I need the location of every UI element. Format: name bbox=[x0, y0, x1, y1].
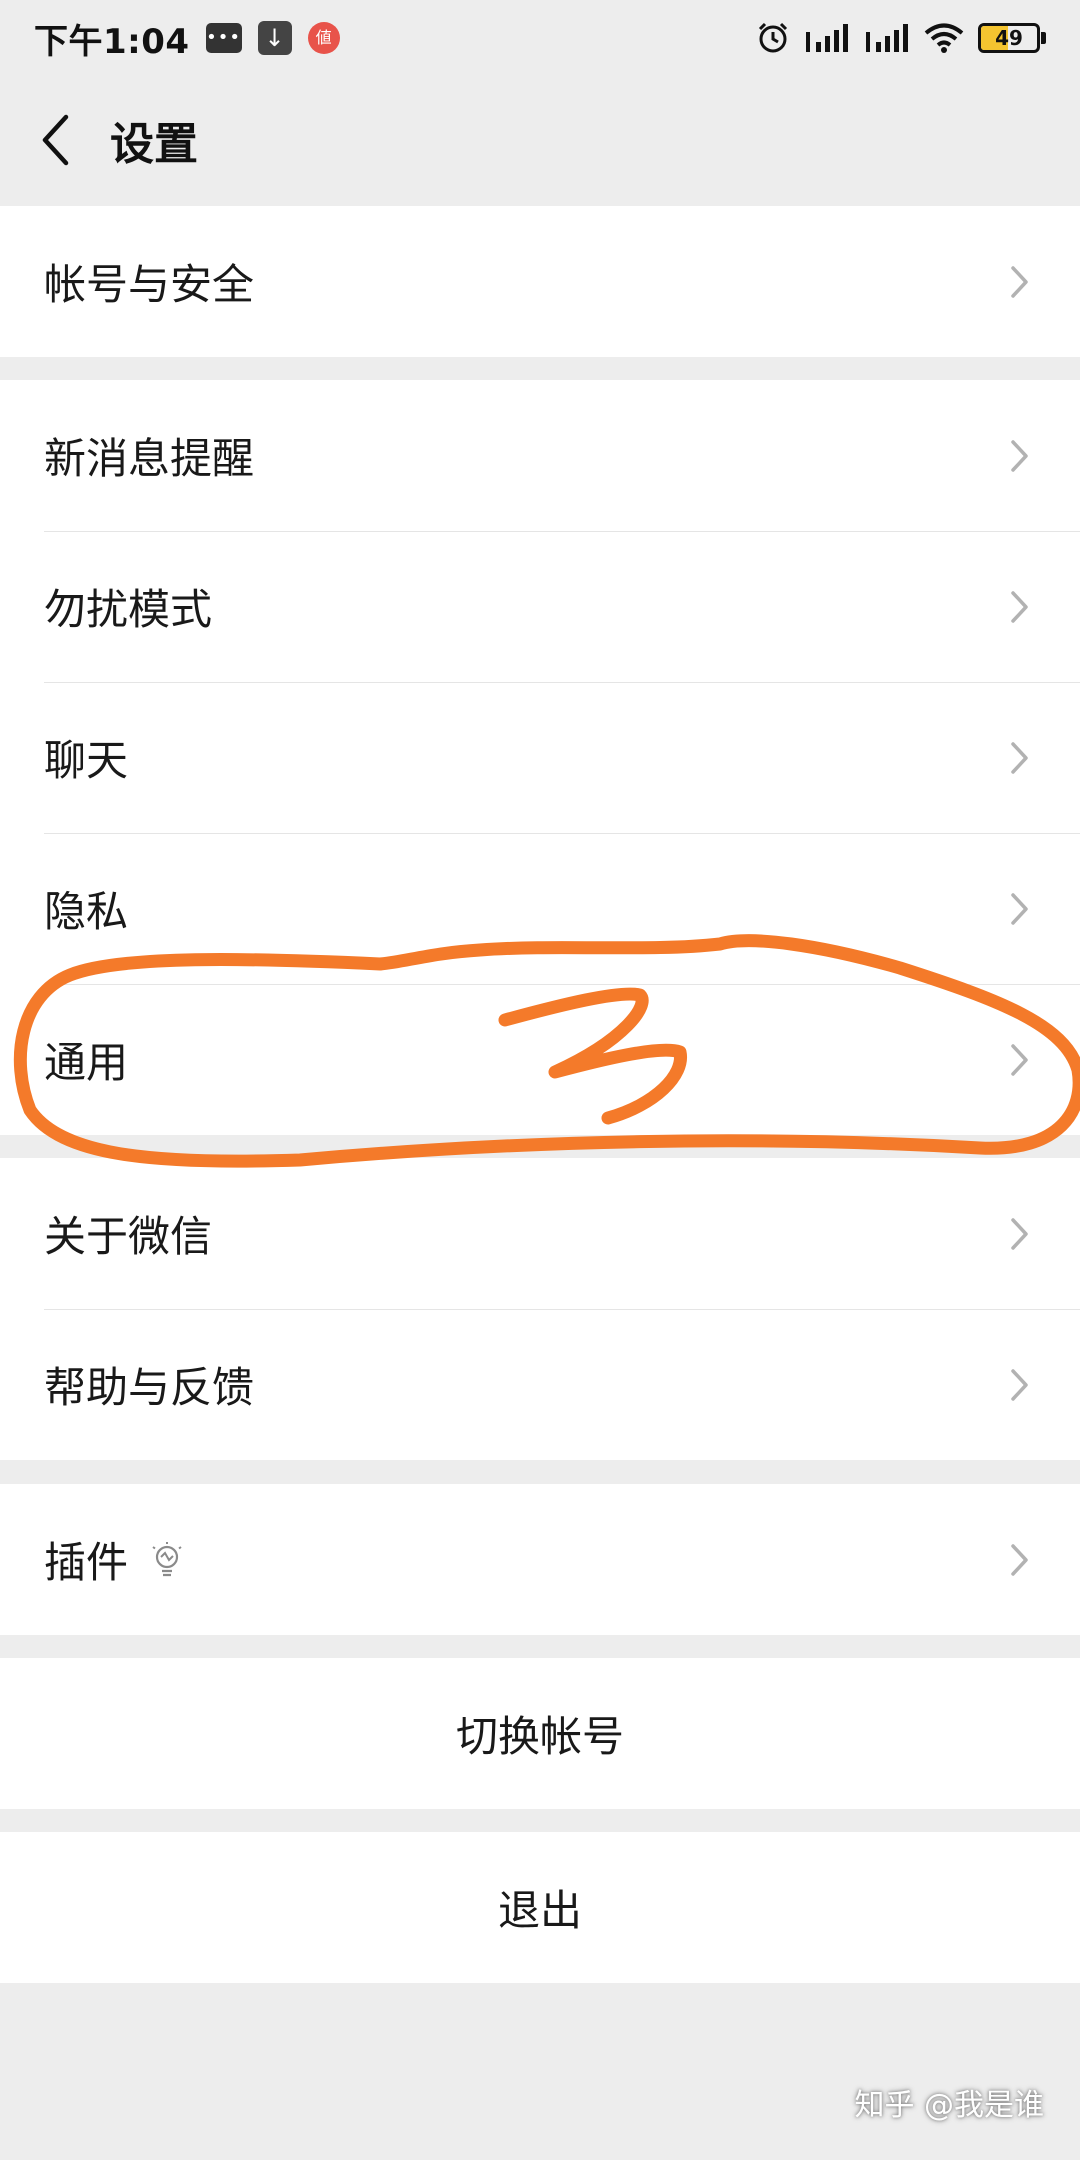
settings-item-label: 通用 bbox=[44, 1038, 129, 1087]
logout-label: 退出 bbox=[497, 1886, 582, 1935]
chevron-right-icon bbox=[1011, 1043, 1028, 1076]
settings-group-plugins: 插件 bbox=[0, 1484, 1080, 1635]
settings-item-label: 帐号与安全 bbox=[44, 260, 255, 309]
alarm-icon bbox=[758, 22, 788, 53]
settings-item-label: 帮助与反馈 bbox=[44, 1363, 255, 1412]
chevron-right-icon bbox=[1011, 1543, 1028, 1576]
battery-level: 49 bbox=[995, 26, 1023, 50]
switch-account-label: 切换帐号 bbox=[455, 1712, 624, 1761]
wifi-icon bbox=[924, 23, 964, 53]
settings-item-plugins[interactable]: 插件 bbox=[0, 1484, 1080, 1635]
watermark: 知乎 @我是谁 bbox=[854, 2088, 1044, 2123]
chevron-right-icon bbox=[1011, 741, 1028, 774]
signal-sim1-icon bbox=[806, 24, 848, 52]
settings-item-label: 聊天 bbox=[44, 736, 129, 785]
logout-group: 退出 bbox=[0, 1832, 1080, 1983]
settings-item-help-feedback[interactable]: 帮助与反馈 bbox=[0, 1309, 1080, 1460]
settings-group-about: 关于微信 帮助与反馈 bbox=[0, 1158, 1080, 1460]
status-bar: 下午1:04 ••• ↓ 値 49 bbox=[0, 0, 1080, 76]
settings-item-label: 插件 bbox=[44, 1538, 129, 1587]
settings-item-account-security[interactable]: 帐号与安全 bbox=[0, 206, 1080, 357]
settings-group-main: 新消息提醒 勿扰模式 聊天 隐私 通用 bbox=[0, 380, 1080, 1135]
settings-item-label: 关于微信 bbox=[44, 1212, 213, 1261]
switch-account-button[interactable]: 切换帐号 bbox=[0, 1658, 1080, 1809]
page-title: 设置 bbox=[110, 119, 198, 170]
chevron-right-icon bbox=[1011, 1217, 1028, 1250]
chevron-right-icon bbox=[1011, 590, 1028, 623]
settings-item-general[interactable]: 通用 bbox=[0, 984, 1080, 1135]
settings-item-privacy[interactable]: 隐私 bbox=[0, 833, 1080, 984]
chevron-right-icon bbox=[1011, 265, 1028, 298]
settings-item-label: 勿扰模式 bbox=[44, 585, 213, 634]
lightbulb-icon bbox=[152, 1541, 182, 1576]
battery-icon: 49 bbox=[978, 23, 1040, 53]
app-notification-icon: 値 bbox=[307, 22, 340, 54]
settings-item-label: 新消息提醒 bbox=[44, 434, 255, 483]
signal-sim2-icon bbox=[866, 24, 908, 52]
logout-button[interactable]: 退出 bbox=[0, 1832, 1080, 1983]
switch-account-group: 切换帐号 bbox=[0, 1658, 1080, 1809]
back-button[interactable] bbox=[0, 76, 110, 204]
chevron-right-icon bbox=[1011, 892, 1028, 925]
settings-item-about-wechat[interactable]: 关于微信 bbox=[0, 1158, 1080, 1309]
status-time: 下午1:04 bbox=[34, 21, 190, 62]
settings-item-label: 隐私 bbox=[44, 887, 129, 936]
settings-group-account: 帐号与安全 bbox=[0, 206, 1080, 357]
chevron-right-icon bbox=[1011, 1368, 1028, 1401]
settings-item-new-message-alerts[interactable]: 新消息提醒 bbox=[0, 380, 1080, 531]
settings-item-do-not-disturb[interactable]: 勿扰模式 bbox=[0, 531, 1080, 682]
settings-item-chat[interactable]: 聊天 bbox=[0, 682, 1080, 833]
message-notification-icon: ••• bbox=[205, 23, 242, 53]
chevron-right-icon bbox=[1011, 439, 1028, 472]
header-bar: 设置 bbox=[0, 76, 1080, 204]
download-icon: ↓ bbox=[257, 21, 292, 55]
back-arrow-icon bbox=[42, 114, 69, 166]
